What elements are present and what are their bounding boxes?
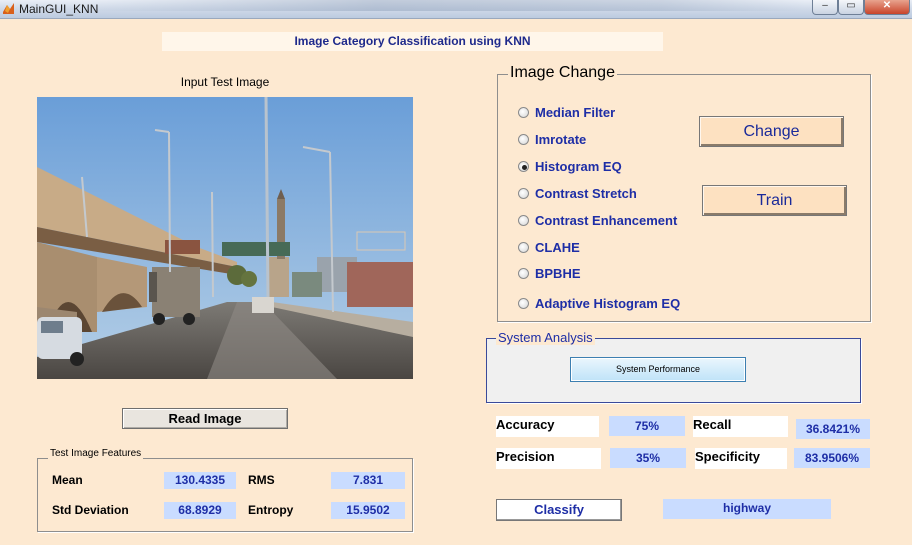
filter-option-label: Adaptive Histogram EQ xyxy=(535,295,681,311)
recall-label: Recall xyxy=(693,416,788,437)
precision-value: 35% xyxy=(610,448,686,468)
classification-result: highway xyxy=(663,499,831,519)
filter-option[interactable]: Histogram EQ xyxy=(518,158,622,174)
filter-option-label: CLAHE xyxy=(535,239,580,255)
radio-button[interactable] xyxy=(518,160,529,172)
accuracy-value: 75% xyxy=(609,416,685,436)
mean-value: 130.4335 xyxy=(164,472,236,489)
train-button[interactable]: Train xyxy=(702,185,847,216)
filter-option[interactable]: BPBHE xyxy=(518,265,581,281)
filter-option[interactable]: Median Filter xyxy=(518,104,615,120)
radio-button[interactable] xyxy=(518,241,529,253)
close-button[interactable]: ✕ xyxy=(864,0,910,15)
classify-button[interactable]: Classify xyxy=(496,499,622,521)
filter-option[interactable]: CLAHE xyxy=(518,239,580,255)
accuracy-label: Accuracy xyxy=(496,416,599,437)
precision-label: Precision xyxy=(496,448,601,469)
title-bar-shading xyxy=(90,0,805,11)
read-image-button[interactable]: Read Image xyxy=(122,408,288,429)
maximize-button[interactable]: ▭ xyxy=(838,0,864,15)
filter-option[interactable]: Contrast Enhancement xyxy=(518,212,677,228)
std-deviation-value: 68.8929 xyxy=(164,502,236,519)
input-image-caption: Input Test Image xyxy=(180,75,270,89)
window-title: MainGUI_KNN xyxy=(19,2,99,16)
std-deviation-label: Std Deviation xyxy=(52,503,129,517)
specificity-label: Specificity xyxy=(695,448,787,469)
entropy-label: Entropy xyxy=(248,503,294,517)
radio-button[interactable] xyxy=(518,214,529,226)
radio-button[interactable] xyxy=(518,133,529,145)
system-analysis-legend: System Analysis xyxy=(496,330,595,345)
recall-value: 36.8421% xyxy=(796,419,870,439)
radio-button[interactable] xyxy=(518,106,529,118)
filter-option-label: Median Filter xyxy=(535,104,616,120)
test-image-features-panel xyxy=(37,458,413,532)
radio-button[interactable] xyxy=(518,187,529,199)
entropy-value: 15.9502 xyxy=(331,502,405,519)
filter-option[interactable]: Adaptive Histogram EQ xyxy=(518,295,680,311)
filter-option[interactable]: Imrotate xyxy=(518,131,586,147)
filter-option-label: Histogram EQ xyxy=(535,158,622,174)
change-button[interactable]: Change xyxy=(699,116,844,147)
matlab-icon xyxy=(3,3,14,14)
radio-button[interactable] xyxy=(518,297,529,309)
input-test-image xyxy=(37,97,413,379)
filter-option-label: Contrast Stretch xyxy=(535,185,637,201)
filter-option-label: Contrast Enhancement xyxy=(535,212,678,228)
radio-button[interactable] xyxy=(518,267,529,279)
system-performance-button[interactable]: System Performance xyxy=(570,357,746,382)
rms-label: RMS xyxy=(248,473,275,487)
specificity-value: 83.9506% xyxy=(794,448,870,468)
image-change-legend: Image Change xyxy=(508,64,617,82)
mean-label: Mean xyxy=(52,473,83,487)
page-title: Image Category Classification using KNN xyxy=(162,32,663,51)
minimize-button[interactable]: ‒ xyxy=(812,0,838,15)
rms-value: 7.831 xyxy=(331,472,405,489)
test-image-features-legend: Test Image Features xyxy=(48,448,144,459)
filter-option-label: BPBHE xyxy=(535,265,581,281)
filter-option[interactable]: Contrast Stretch xyxy=(518,185,637,201)
filter-option-label: Imrotate xyxy=(535,131,587,147)
